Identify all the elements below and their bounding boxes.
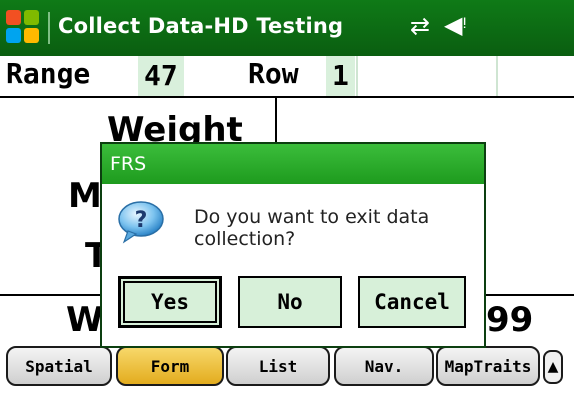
field-label-partial: W: [66, 300, 104, 340]
cancel-button[interactable]: Cancel: [358, 276, 466, 328]
tab-nav[interactable]: Nav.: [334, 346, 434, 386]
exit-confirm-dialog: FRS ? Do you want to exit data collectio…: [100, 142, 486, 348]
title-bar: Collect Data-HD Testing ⇄ ◀ᵎ: [0, 0, 574, 56]
connectivity-icon[interactable]: ⇄: [410, 12, 430, 40]
range-row-header: Range 47 Row 1: [0, 56, 574, 98]
range-value[interactable]: 47: [138, 56, 184, 96]
divider: [496, 56, 498, 96]
field-value-partial: 99: [486, 300, 534, 340]
row-value[interactable]: 1: [326, 56, 355, 96]
range-label: Range: [6, 57, 91, 90]
app-title: Collect Data-HD Testing: [58, 14, 344, 38]
volume-icon[interactable]: ◀ᵎ: [444, 11, 467, 39]
divider: [356, 56, 358, 96]
row-label: Row: [248, 57, 299, 90]
bottom-tab-bar: Spatial Form List Nav. MapTraits ▲: [0, 342, 574, 394]
title-divider: [48, 12, 50, 44]
no-button[interactable]: No: [238, 276, 342, 328]
svg-text:?: ?: [135, 208, 148, 233]
dialog-message: Do you want to exit data collection?: [194, 206, 430, 250]
yes-button[interactable]: Yes: [118, 276, 222, 328]
tab-scroll-up-button[interactable]: ▲: [543, 350, 563, 384]
tab-maptraits[interactable]: MapTraits: [436, 346, 540, 386]
tab-spatial[interactable]: Spatial: [6, 346, 112, 386]
question-icon: ?: [118, 201, 164, 244]
dialog-title: FRS: [102, 144, 484, 184]
field-label-partial: M: [68, 176, 102, 216]
tab-list[interactable]: List: [226, 346, 330, 386]
tab-form[interactable]: Form: [116, 346, 224, 386]
windows-start-icon[interactable]: [6, 10, 40, 44]
